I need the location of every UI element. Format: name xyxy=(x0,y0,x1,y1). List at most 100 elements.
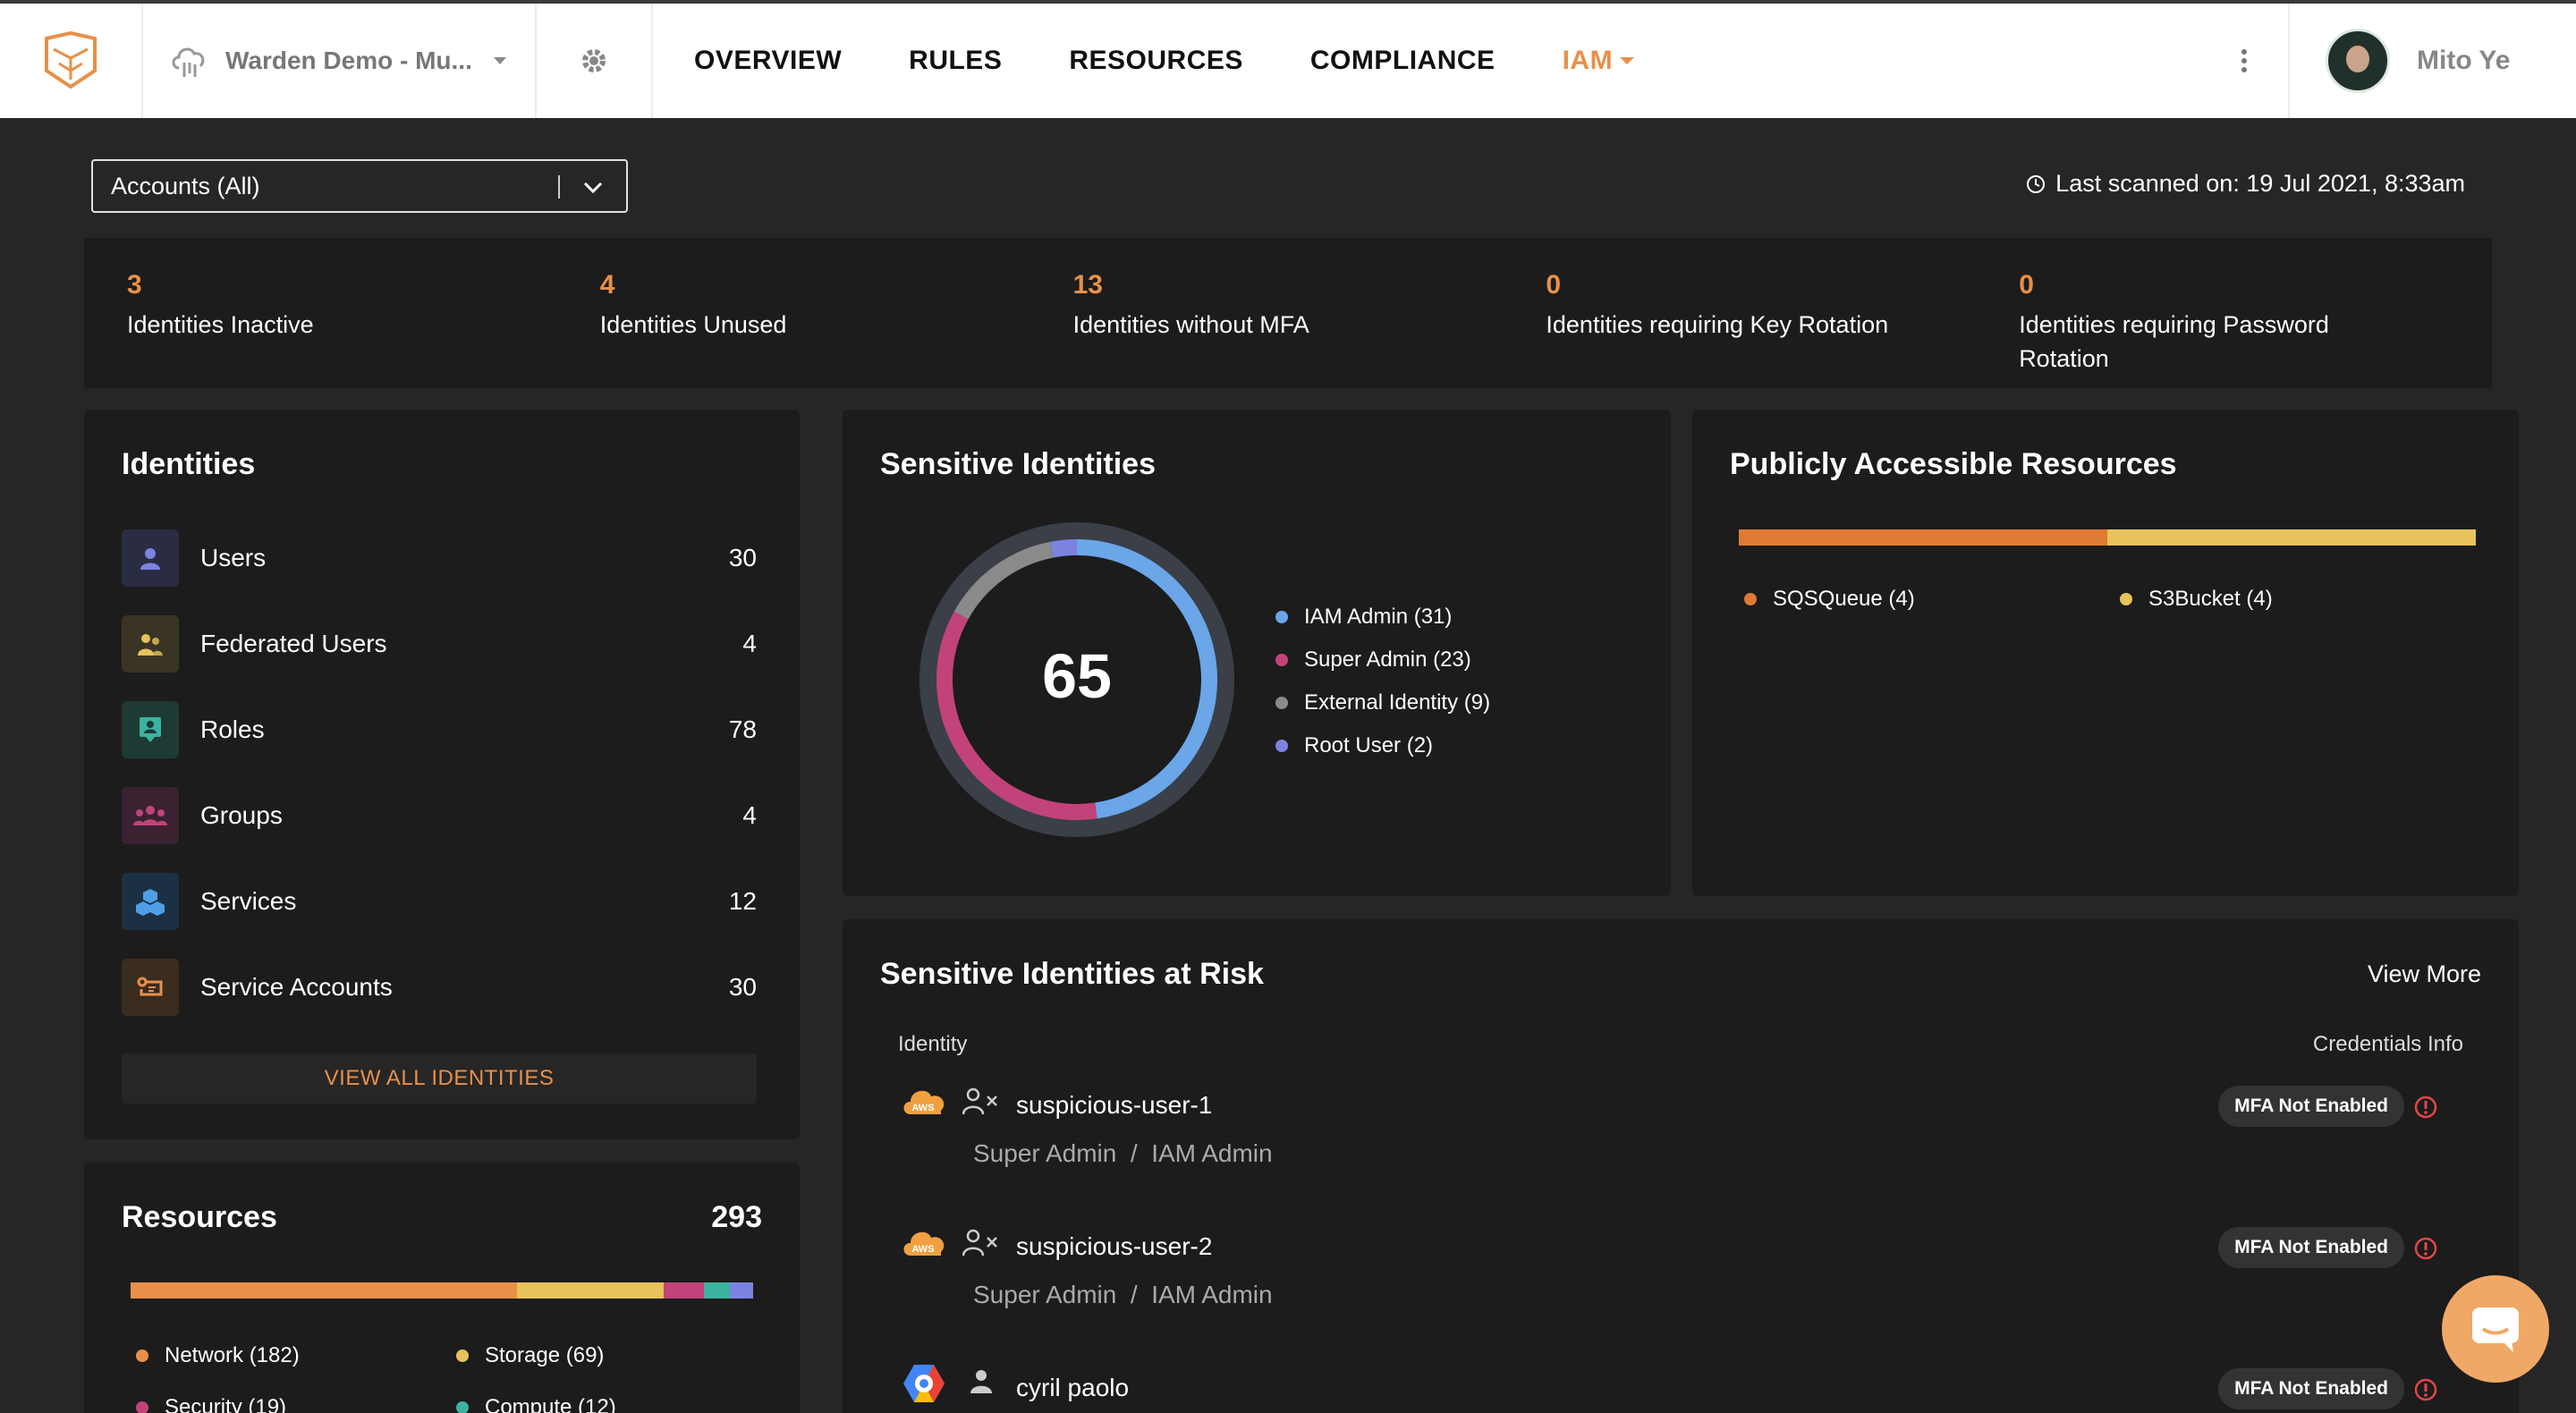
identity-count: 4 xyxy=(742,630,757,657)
resources-total: 293 xyxy=(711,1200,762,1234)
chevron-down-icon xyxy=(493,57,506,64)
kebab-menu-icon xyxy=(2241,49,2247,72)
settings-button[interactable] xyxy=(537,4,653,118)
cloud-account-icon xyxy=(172,47,205,77)
nav-resources[interactable]: RESOURCES xyxy=(1069,46,1243,76)
stat-inactive[interactable]: 3 Identities Inactive xyxy=(127,270,600,388)
more-menu-button[interactable] xyxy=(2200,4,2290,118)
legend-compute: Compute (12) xyxy=(456,1395,616,1413)
gear-icon xyxy=(582,49,606,72)
donut-total: 65 xyxy=(1042,641,1112,711)
user-disabled-icon xyxy=(962,1087,997,1115)
identities-title: Identities xyxy=(122,447,256,481)
legend-dot xyxy=(136,1401,148,1413)
account-switcher[interactable]: Warden Demo - Mu... xyxy=(143,4,537,118)
identity-label: Groups xyxy=(200,801,283,829)
identity-row-users[interactable]: Users 30 xyxy=(122,529,757,587)
view-all-identities-button[interactable]: VIEW ALL IDENTITIES xyxy=(122,1053,757,1104)
resources-bar-segment xyxy=(729,1282,753,1299)
legend-label: Storage (69) xyxy=(485,1343,605,1367)
identity-roles: Super Admin / IAM Admin xyxy=(973,1139,1273,1167)
resources-title: Resources xyxy=(122,1200,277,1234)
stat-label: Identities Unused xyxy=(599,311,787,338)
identity-stats: 3 Identities Inactive 4 Identities Unuse… xyxy=(84,238,2492,388)
public-bar-segment xyxy=(1739,529,2107,546)
stat-label: Identities without MFA xyxy=(1072,311,1309,338)
legend-label: Super Admin (23) xyxy=(1304,647,1471,672)
resources-bar-segment xyxy=(664,1282,705,1299)
aws-cloud-icon: AWS xyxy=(903,1090,945,1114)
chat-support-button[interactable] xyxy=(2442,1275,2549,1383)
accounts-select-value: Accounts (All) xyxy=(111,172,260,199)
legend-label: Root User (2) xyxy=(1304,733,1434,757)
last-scanned-text: Last scanned on: 19 Jul 2021, 8:33am xyxy=(2055,170,2465,197)
legend-dot xyxy=(1744,593,1757,605)
nav-overview[interactable]: OVERVIEW xyxy=(694,46,842,76)
nav-iam[interactable]: IAM xyxy=(1563,46,1635,76)
public-resources-title: Publicly Accessible Resources xyxy=(1730,447,2177,481)
warning-icon xyxy=(2414,1096,2437,1119)
resources-bar-segment xyxy=(517,1282,665,1299)
legend-label: SQSQueue (4) xyxy=(1773,587,1915,611)
identity-count: 4 xyxy=(742,801,757,829)
legend-security: Security (19) xyxy=(136,1395,286,1413)
stat-password-rotation[interactable]: 0 Identities requiring Password Rotation xyxy=(2019,270,2492,388)
risk-row[interactable]: AWS suspicious-user-1 Super Admin / IAM … xyxy=(902,1080,2494,1179)
identity-row-service-accounts[interactable]: Service Accounts 30 xyxy=(122,959,757,1016)
identity-row-services[interactable]: Services 12 xyxy=(122,873,757,930)
legend-dot xyxy=(1275,654,1288,666)
top-header: Warden Demo - Mu... OVERVIEW RULES RESOU… xyxy=(0,0,2576,118)
mfa-status-badge: MFA Not Enabled xyxy=(2218,1368,2404,1409)
nav-iam-label: IAM xyxy=(1562,46,1614,75)
identity-roles: Super Admin / IAM Admin xyxy=(973,1281,1273,1308)
identity-name: cyril paolo xyxy=(1016,1374,1130,1401)
stat-unused[interactable]: 4 Identities Unused xyxy=(600,270,1073,388)
mfa-status-badge: MFA Not Enabled xyxy=(2218,1086,2404,1127)
nav-compliance[interactable]: COMPLIANCE xyxy=(1310,46,1496,76)
stat-value: 4 xyxy=(599,270,615,300)
account-name: Warden Demo - Mu... xyxy=(225,47,472,74)
warden-logo-icon xyxy=(45,31,97,89)
stat-label: Identities requiring Key Rotation xyxy=(1546,311,1889,338)
identity-label: Roles xyxy=(200,715,265,743)
chat-icon xyxy=(2472,1307,2519,1352)
legend-iam-admin: IAM Admin (31) xyxy=(1275,605,1452,630)
legend-label: S3Bucket (4) xyxy=(2148,587,2273,611)
view-more-link[interactable]: View More xyxy=(2368,960,2481,988)
risk-row[interactable]: AWS suspicious-user-2 Super Admin / IAM … xyxy=(902,1222,2494,1320)
legend-s3bucket: S3Bucket (4) xyxy=(2120,587,2273,612)
identity-label: Services xyxy=(200,887,297,915)
legend-dot xyxy=(1275,697,1288,709)
legend-sqsqueue: SQSQueue (4) xyxy=(1744,587,1915,612)
logo[interactable] xyxy=(0,4,143,118)
risk-row[interactable]: cyril paolo MFA Not Enabled xyxy=(902,1363,2494,1413)
user-disabled-icon xyxy=(962,1229,997,1256)
col-credentials-header: Credentials Info xyxy=(2312,1032,2463,1056)
legend-external-identity: External Identity (9) xyxy=(1275,690,1490,715)
identity-row-federated-users[interactable]: Federated Users 4 xyxy=(122,615,757,673)
aws-text: AWS xyxy=(911,1244,934,1255)
legend-dot xyxy=(1275,740,1288,752)
stat-key-rotation[interactable]: 0 Identities requiring Key Rotation xyxy=(1546,270,2019,388)
legend-network: Network (182) xyxy=(136,1343,300,1368)
legend-dot xyxy=(2120,593,2132,605)
nav-rules[interactable]: RULES xyxy=(909,46,1002,76)
resources-bar-segment xyxy=(704,1282,730,1299)
role-badge-icon xyxy=(122,701,179,758)
warning-icon xyxy=(2414,1237,2437,1260)
stat-label: Identities Inactive xyxy=(127,311,314,338)
legend-dot xyxy=(456,1401,469,1413)
resources-panel: Resources 293 Network (182) Storage (69)… xyxy=(84,1163,800,1413)
accounts-select[interactable]: Accounts (All) xyxy=(91,159,628,213)
identity-row-roles[interactable]: Roles 78 xyxy=(122,701,757,758)
identity-count: 30 xyxy=(728,544,757,571)
stat-without-mfa[interactable]: 13 Identities without MFA xyxy=(1073,270,1546,388)
identity-name: suspicious-user-2 xyxy=(1016,1232,1213,1260)
caret-down-icon xyxy=(1620,57,1635,64)
user-menu[interactable]: Mito Ye xyxy=(2290,4,2576,118)
resources-stacked-bar xyxy=(131,1282,753,1299)
public-resources-panel: Publicly Accessible Resources SQSQueue (… xyxy=(1692,410,2519,896)
stat-value: 0 xyxy=(2019,270,2034,300)
identity-row-groups[interactable]: Groups 4 xyxy=(122,787,757,844)
identity-label: Users xyxy=(200,544,267,571)
